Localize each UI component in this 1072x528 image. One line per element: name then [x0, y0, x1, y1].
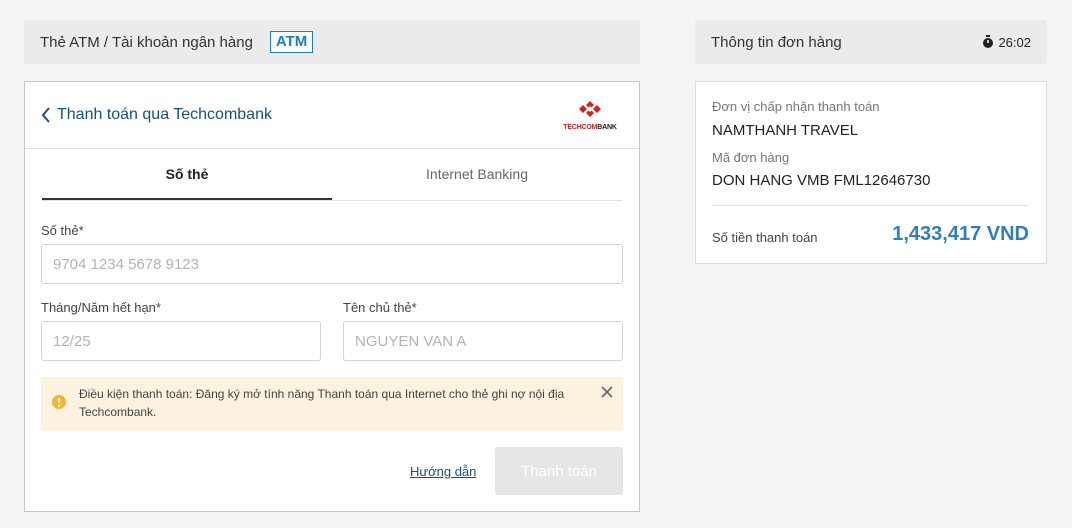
notice-text: Điều kiện thanh toán: Đăng ký mở tính nă…	[79, 387, 565, 419]
payment-tabs: Số thẻ Internet Banking	[42, 149, 622, 201]
back-link-label: Thanh toán qua Techcombank	[57, 106, 272, 123]
back-link[interactable]: Thanh toán qua Techcombank	[41, 106, 272, 124]
techcombank-logo-text: TECHCOMBANK	[561, 124, 619, 131]
amount-value: 1,433,417 VND	[892, 223, 1029, 245]
holder-name-label: Tên chủ thẻ*	[343, 300, 417, 315]
techcombank-logo-mark	[579, 101, 601, 117]
order-divider	[712, 205, 1029, 206]
amount-label: Số tiền thanh toán	[712, 230, 818, 245]
info-warning-icon	[52, 395, 66, 409]
order-code-value: DON HANG VMB FML12646730	[712, 172, 931, 189]
merchant-label: Đơn vị chấp nhận thanh toán	[712, 99, 880, 114]
holder-name-input[interactable]	[343, 321, 623, 361]
pay-button[interactable]: Thanh toán	[495, 447, 623, 495]
tab-internet-banking[interactable]: Internet Banking	[332, 149, 622, 200]
order-info-header: Thông tin đơn hàng 26:02	[695, 20, 1047, 64]
chevron-left-icon	[41, 107, 50, 123]
expiry-label: Tháng/Năm hết hạn*	[41, 300, 161, 315]
stopwatch-icon	[983, 35, 994, 48]
payment-form-card: Thanh toán qua Techcombank TECHCOMBANK S…	[24, 81, 640, 512]
expiry-input[interactable]	[41, 321, 321, 361]
guide-link[interactable]: Hướng dẫn	[410, 464, 476, 479]
payment-condition-notice: Điều kiện thanh toán: Đăng ký mở tính nă…	[41, 377, 623, 431]
logo-text-dark: BANK	[597, 124, 617, 131]
logo-text-red: TECHCOM	[563, 124, 598, 131]
techcombank-logo: TECHCOMBANK	[561, 101, 619, 131]
card-number-label: Số thẻ*	[41, 223, 84, 238]
order-summary-card: Đơn vị chấp nhận thanh toán NAMTHANH TRA…	[695, 81, 1047, 264]
payment-method-header: Thẻ ATM / Tài khoản ngân hàng ATM	[24, 20, 640, 64]
timer-value: 26:02	[998, 34, 1031, 50]
atm-badge: ATM	[269, 31, 314, 53]
payment-method-title: Thẻ ATM / Tài khoản ngân hàng	[40, 33, 253, 51]
order-info-title: Thông tin đơn hàng	[711, 33, 842, 51]
countdown-timer: 26:02	[982, 35, 1031, 50]
card-number-input[interactable]	[41, 244, 623, 284]
close-icon[interactable]	[601, 386, 613, 398]
payment-card-header: Thanh toán qua Techcombank TECHCOMBANK	[25, 82, 639, 149]
order-code-label: Mã đơn hàng	[712, 150, 790, 165]
tab-card-number[interactable]: Số thẻ	[42, 149, 332, 200]
merchant-value: NAMTHANH TRAVEL	[712, 122, 859, 139]
